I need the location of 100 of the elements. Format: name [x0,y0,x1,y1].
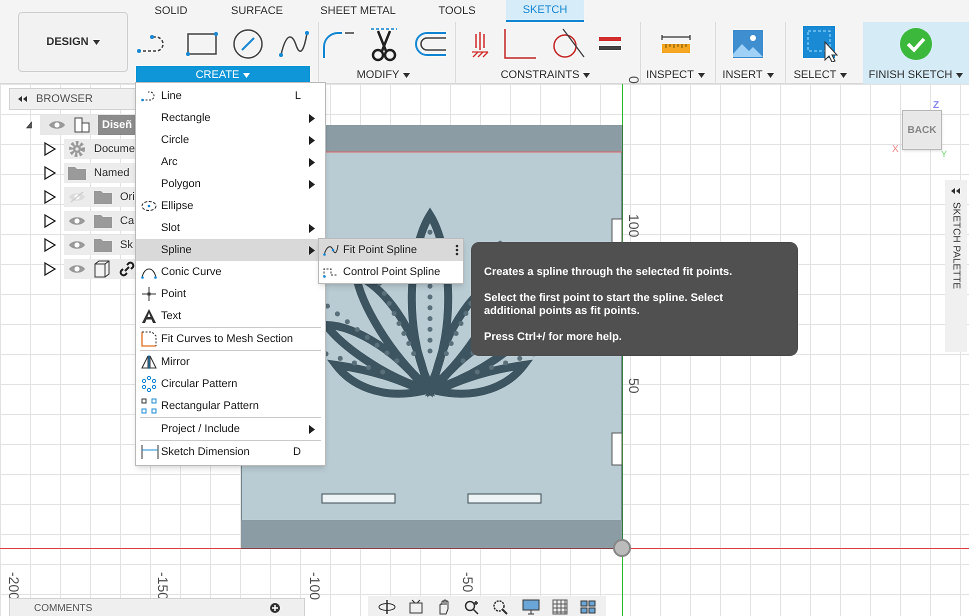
perpendicular-icon[interactable] [502,28,536,60]
comments-title: COMMENTS [34,602,92,616]
browser-title: BROWSER [36,92,93,107]
menu-item[interactable]: Circular Pattern [136,373,325,395]
ellipse-icon [141,200,157,212]
tree-row-background[interactable]: Named [64,163,136,183]
ruler-icon[interactable] [660,34,690,54]
ruler-label: 50 [625,378,643,394]
workspace-button[interactable]: DESIGN [18,12,128,72]
menu-item[interactable]: Arc [136,151,325,173]
scissors-icon[interactable] [368,26,398,62]
sketch-palette-tab[interactable]: SKETCH PALETTE [945,180,967,352]
eye-icon[interactable] [68,215,86,227]
eye-icon[interactable] [48,119,66,131]
tree-item-label[interactable]: Ori [120,188,135,206]
caret-icon [92,40,100,44]
origin-point-icon[interactable] [612,538,632,558]
tree-row-background[interactable]: Sk [64,235,136,255]
offset-icon[interactable] [412,31,446,57]
tree-item-label[interactable]: Ca [120,212,134,230]
menu-item[interactable]: Ellipse [136,195,325,217]
collapsed-arrow-icon[interactable] [44,166,56,180]
tree-row-background[interactable]: Ori [64,187,136,207]
zoom-window-icon[interactable] [492,599,510,615]
menu-item-label: Sketch Dimension [161,444,251,460]
menu-item-label: Circle [161,132,190,148]
menu-item[interactable]: Polygon [136,173,325,195]
menu-item[interactable]: Mirror [136,351,325,373]
tangent-icon[interactable] [550,28,584,60]
menu-item[interactable]: Rectangular Pattern [136,395,325,417]
caret-icon [403,72,410,78]
equal-icon[interactable] [598,37,620,51]
collapsed-arrow-icon[interactable] [44,190,56,204]
menu-item-label: Text [161,308,182,324]
submenu-item[interactable]: Control Point Spline [319,261,463,283]
submenu-arrow-icon [309,224,315,232]
menu-item[interactable]: Fit Curves to Mesh Section [136,328,325,350]
menu-item[interactable]: Circle [136,129,325,151]
display-icon[interactable] [522,599,540,615]
comments-panel[interactable]: COMMENTS [9,598,305,616]
collapsed-arrow-icon[interactable] [44,238,56,252]
collapsed-arrow-icon[interactable] [44,214,56,228]
tree-item-label[interactable]: Sk [120,236,133,254]
select-icon[interactable] [802,26,838,62]
fillet-icon[interactable] [320,29,354,59]
orbit-icon[interactable] [378,599,396,615]
menu-item[interactable]: Sketch Dimension D [136,441,325,463]
grid-icon[interactable] [552,599,568,615]
tree-row-background[interactable]: Docume [64,139,136,159]
collapse-arrows-icon [951,188,961,194]
viewports-icon[interactable] [580,600,596,614]
menu-item[interactable]: Slot [136,217,325,239]
ribbon-tab[interactable]: SURFACE [206,0,308,22]
menu-item-label: Rectangle [161,110,212,126]
collapsed-arrow-icon[interactable] [44,262,56,276]
folder-icon [94,190,112,204]
menu-item-label: Mirror [161,354,191,370]
fix-constraint-icon[interactable] [470,30,488,58]
submenu-arrow-icon [309,136,315,144]
folder-icon [68,166,86,180]
menu-item[interactable]: Project / Include [136,418,325,440]
tree-item-label[interactable]: Docume [94,140,135,158]
tree-row-background[interactable] [64,259,136,279]
submenu-arrow-icon [309,114,315,122]
collapsed-arrow-icon[interactable] [44,142,56,156]
menu-item[interactable]: Text [136,305,325,327]
add-icon[interactable] [270,603,280,613]
checkmark-icon[interactable] [900,28,932,60]
eye-icon[interactable] [68,239,86,251]
dimension-icon [141,445,159,459]
menu-item[interactable]: Rectangle [136,107,325,129]
zoom-icon[interactable] [464,599,480,615]
fit-point-spline-icon [323,244,339,256]
ribbon-tab[interactable]: SOLID [136,0,206,22]
more-options-icon[interactable] [455,244,459,256]
mesh-section-icon [141,331,157,347]
ruler-label: 100 [625,214,643,238]
menu-item-label: Project / Include [161,422,241,437]
rectangle-tool-icon[interactable] [186,31,218,57]
link-icon [118,260,136,278]
shortcut-label: D [293,444,301,460]
spline-tool-icon[interactable] [278,29,310,59]
eye-icon[interactable] [68,263,86,275]
look-at-icon[interactable] [408,599,424,615]
cube-icon [94,260,110,278]
menu-item[interactable]: Point [136,283,325,305]
view-cube-face-label: BACK [908,124,936,138]
image-icon[interactable] [733,30,763,58]
submenu-arrow-icon [309,246,315,254]
ribbon-tab[interactable]: SHEET METAL [308,0,408,22]
point-icon [141,287,157,301]
tooltip-text: Press Ctrl+/ for more help. [484,331,623,344]
menu-item-label: Spline [161,242,193,258]
circle-tool-icon[interactable] [232,28,264,60]
menu-item-label: Rectangular Pattern [161,398,260,414]
ribbon-tab[interactable]: TOOLS [408,0,506,22]
tree-item-label[interactable]: Named [94,164,130,182]
caret-icon [243,72,250,78]
tree-row-background[interactable]: Ca [64,211,136,231]
submenu-item[interactable]: Fit Point Spline [319,239,463,261]
